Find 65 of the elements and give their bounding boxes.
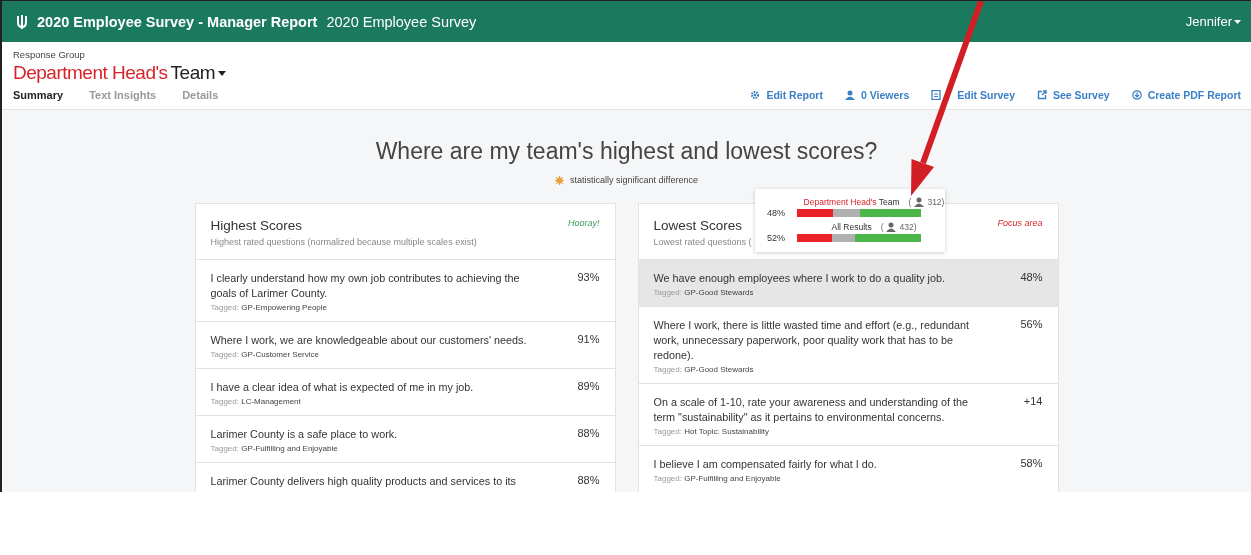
score-value: 88% — [577, 474, 600, 488]
question-row[interactable]: We have enough employees where I work to do a quality job. Tagged: GP-Good Stewards 48% — [638, 260, 1058, 307]
action-link[interactable]: 0 Viewers — [844, 89, 910, 101]
respondent-count: 312) — [927, 197, 945, 207]
panel-title: Highest Scores — [210, 218, 304, 233]
action-link[interactable]: Create PDF Report — [1131, 89, 1241, 101]
external-link-icon — [1037, 90, 1047, 100]
panel-note: Focus area — [997, 218, 1043, 230]
person-icon — [844, 90, 855, 100]
download-icon — [1131, 90, 1142, 100]
score-value: 88% — [577, 427, 600, 441]
question-text: On a scale of 1-10, rate your awareness and understanding of the term "sustainability" as it pertains to environmental concerns. — [653, 395, 969, 425]
page-heading: Where are my team's highest and lowest scores? — [375, 138, 878, 165]
percent-value: 52% — [767, 233, 786, 243]
panel-subtitle: Lowest rated questions ( — [653, 237, 752, 247]
group-selector[interactable]: Department Head'sTeam — [13, 62, 227, 84]
question-tag: Tagged: GP-Empowering People — [210, 303, 541, 312]
question-text: I believe I am compensated fairly for what I do. — [653, 457, 878, 472]
question-tag: Tagged: Hot Topic: Sustainability — [653, 427, 984, 436]
question-text: I have a clear idea of what is expected of me in my job. — [210, 380, 475, 395]
group-name: All Results — [831, 222, 872, 232]
question-text: Where I work, we are knowledgeable about our customers' needs. — [210, 333, 528, 348]
question-text: We have enough employees where I work to do a quality job. — [653, 271, 946, 286]
person-icon — [914, 197, 925, 207]
score-value: 56% — [1020, 318, 1043, 332]
question-tag: Tagged: GP-Good Stewards — [653, 365, 984, 374]
panel-title: Lowest Scores — [653, 218, 744, 233]
respondent-count: 432) — [899, 222, 917, 232]
panel-note: Hooray! — [568, 218, 600, 230]
action-link[interactable]: Edit Report — [750, 89, 823, 101]
asterisk-icon — [555, 175, 565, 185]
question-text: Larimer County is a safe place to work. — [210, 427, 399, 442]
caret-icon — [218, 70, 227, 76]
score-value: 48% — [1020, 271, 1043, 285]
question-tag: Tagged: GP-Fulfilling and Enjoyable — [653, 474, 984, 483]
score-value: +14 — [1023, 395, 1043, 409]
score-value: 91% — [577, 333, 600, 347]
question-tag: Tagged: GP-Fulfilling and Enjoyable — [210, 444, 541, 453]
score-value: 58% — [1020, 457, 1043, 471]
legend-text: statistically significant difference — [570, 175, 698, 185]
percent-value: 48% — [767, 208, 786, 218]
score-value: 93% — [577, 271, 600, 285]
action-link[interactable]: Edit Survey — [931, 89, 1015, 101]
question-tag: Tagged: GP-Good Stewards — [653, 288, 984, 297]
panel-subtitle: Highest rated questions (normalized because multiple scales exist) — [210, 237, 477, 247]
settings-icon — [750, 90, 761, 100]
logo-icon — [16, 14, 28, 29]
question-text: I clearly understand how my own job contributes to achieving the goals of Larimer County. — [210, 271, 521, 301]
question-text: Larimer County delivers high quality products and services to its — [210, 474, 517, 489]
report-title: 2020 Employee Survey - Manager Report — [37, 13, 318, 30]
tab[interactable]: Summary — [13, 89, 64, 101]
question-tag: Tagged: LC-Management — [210, 397, 541, 406]
user-menu[interactable]: Jennifer — [1185, 14, 1241, 29]
group-label: Response Group — [13, 49, 86, 60]
person-icon — [886, 222, 897, 232]
paren-text: ( — [908, 197, 912, 207]
survey-name: 2020 Employee Survey — [326, 13, 477, 30]
paren-text: ( — [880, 222, 884, 232]
question-text: Where I work, there is little wasted time and effort (e.g., redundant work, unnecessary paperwork, poor quality work that has to be redone). — [653, 318, 970, 363]
action-link[interactable]: See Survey — [1037, 89, 1110, 101]
score-value: 89% — [577, 380, 600, 394]
document-icon — [931, 90, 942, 100]
caret-icon — [1234, 19, 1241, 24]
question-tag: Tagged: GP-Customer Service — [210, 350, 541, 359]
group-name: Department Head's Team — [803, 197, 900, 207]
